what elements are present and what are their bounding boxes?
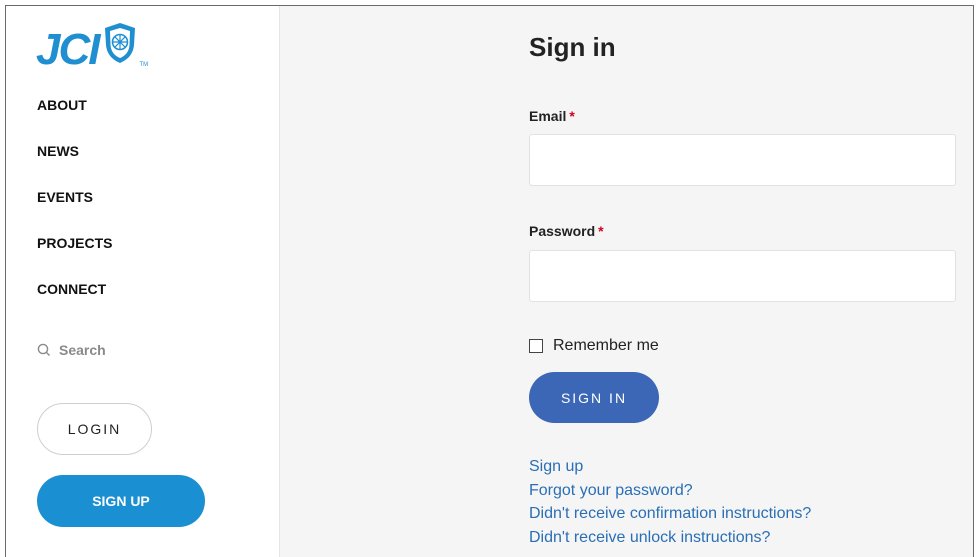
signup-link[interactable]: Sign up [529,455,811,479]
remember-me[interactable]: Remember me [529,337,659,355]
search-icon [37,343,50,356]
nav-about[interactable]: ABOUT [37,96,112,142]
auth-links: Sign up Forgot your password? Didn't rec… [529,455,811,549]
nav-news[interactable]: NEWS [37,142,112,188]
password-field[interactable] [529,250,956,302]
page-title: Sign in [529,32,616,62]
logo-text: JCI [36,25,101,74]
login-button[interactable]: LOGIN [37,403,152,455]
remember-me-checkbox[interactable] [529,339,543,353]
forgot-password-link[interactable]: Forgot your password? [529,479,811,503]
search-field[interactable]: Search [37,342,106,358]
resend-unlock-link[interactable]: Didn't receive unlock instructions? [529,526,811,550]
main-nav: ABOUT NEWS EVENTS PROJECTS CONNECT [37,96,112,326]
signup-button[interactable]: SIGN UP [37,475,205,527]
remember-me-label[interactable]: Remember me [553,337,659,355]
password-label-text: Password [529,223,596,239]
required-marker: * [598,223,604,239]
search-label: Search [59,342,106,358]
resend-confirmation-link[interactable]: Didn't receive confirmation instructions… [529,502,811,526]
sidebar: JCI TM ABOUT NEWS EVENTS PROJECTS CONNEC… [6,6,280,557]
password-label: Password * [529,223,604,239]
browser-frame: JCI TM ABOUT NEWS EVENTS PROJECTS CONNEC… [5,5,974,557]
trademark-mark: TM [139,62,149,68]
signin-button[interactable]: SIGN IN [529,372,659,423]
email-label: Email * [529,108,575,124]
nav-projects[interactable]: PROJECTS [37,234,112,280]
required-marker: * [569,108,575,124]
shield-logo-icon [102,21,138,70]
nav-events[interactable]: EVENTS [37,188,112,234]
email-label-text: Email [529,108,567,124]
nav-connect[interactable]: CONNECT [37,280,112,326]
email-field[interactable] [529,134,956,186]
signin-panel: Sign in Email * Password * Remember me SIG… [280,6,973,557]
jci-logo[interactable]: JCI TM [36,16,148,72]
